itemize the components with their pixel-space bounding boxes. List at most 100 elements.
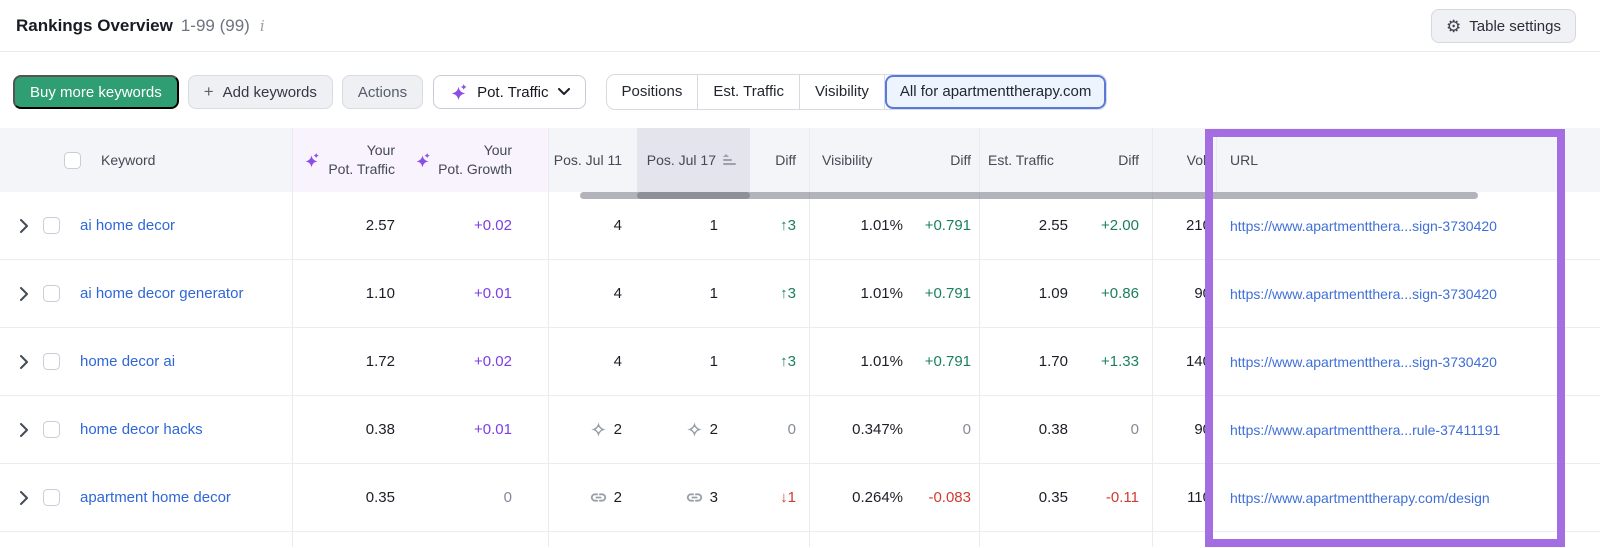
url-link[interactable]: https://www.apartmentthera...sign-373042…	[1230, 286, 1497, 302]
cell-vol: 210	[1185, 217, 1211, 234]
cell-pos-jul11: 2	[549, 396, 637, 463]
cell-visibility: 0.347%	[852, 421, 903, 438]
cell-est-traffic: 0.38	[1038, 421, 1068, 438]
table-settings-button[interactable]: ⚙ Table settings	[1431, 9, 1576, 43]
tab-all-for-domain[interactable]: All for apartmenttherapy.com	[884, 75, 1107, 109]
keyword-link[interactable]: ai home decor generator	[80, 285, 243, 302]
link-icon	[590, 493, 606, 502]
header-est-diff[interactable]: Diff	[1090, 128, 1153, 192]
metric-dropdown-label: Pot. Traffic	[477, 83, 549, 101]
view-tabs: Positions Est. Traffic Visibility All fo…	[605, 74, 1108, 110]
metric-dropdown[interactable]: Pot. Traffic	[433, 75, 586, 109]
cell-pot-traffic: 0.35	[365, 489, 395, 506]
cell-est-traffic: 1.70	[1038, 353, 1068, 370]
row-checkbox[interactable]	[43, 217, 60, 234]
table-row: apartment home decor 0.35 0 2 3 ↓1 0.264…	[0, 464, 1600, 532]
tab-est-traffic[interactable]: Est. Traffic	[698, 75, 800, 109]
keyword-link[interactable]: home decor ai	[80, 353, 175, 370]
header-pot-growth[interactable]: Your Pot. Growth	[412, 128, 549, 192]
pos-value: 2	[613, 421, 622, 438]
cell-pos-jul11: 4	[613, 285, 622, 302]
keyword-link[interactable]: apartment home decor	[80, 489, 231, 506]
cell-pos-jul11: 4	[613, 217, 622, 234]
cell-pot-growth: +0.01	[412, 260, 549, 327]
sparkles-icon	[416, 152, 430, 167]
keyword-link[interactable]: home decor hacks	[80, 421, 203, 438]
cell-vol: 90	[1194, 285, 1211, 302]
cell-pot-growth: +0.02	[412, 328, 549, 395]
header-pot-growth-line2: Pot. Growth	[438, 161, 512, 177]
cell-vis-diff: +0.791	[920, 260, 980, 327]
horizontal-scrollbar[interactable]	[580, 192, 1478, 199]
add-keywords-label: Add keywords	[222, 83, 317, 101]
cell-vis-diff: 0	[920, 396, 980, 463]
pos-value: 3	[709, 489, 718, 506]
info-icon[interactable]: i	[260, 17, 265, 35]
cell-pot-growth: 0	[412, 464, 549, 531]
header-vis-diff[interactable]: Diff	[920, 128, 980, 192]
row-checkbox[interactable]	[43, 353, 60, 370]
tab-visibility[interactable]: Visibility	[800, 75, 885, 109]
header-pot-traffic[interactable]: Your Pot. Traffic	[293, 128, 412, 192]
table-row: home decor ai 1.72 +0.02 4 1 ↑3 1.01% +0…	[0, 328, 1600, 396]
cell-pos-jul17: 1	[709, 353, 718, 370]
cell-pos-jul17: 2	[637, 396, 750, 463]
header-pos-diff[interactable]: Diff	[750, 128, 810, 192]
table-header-row: Keyword Your Pot. Traffic Your Pot. Grow…	[0, 128, 1600, 192]
header-visibility[interactable]: Visibility	[810, 128, 920, 192]
pos-value: 2	[709, 421, 718, 438]
sparkles-icon	[451, 83, 467, 100]
header-pos-jul11[interactable]: Pos. Jul 11	[549, 128, 637, 192]
cell-pos-jul11: 2	[549, 464, 637, 531]
actions-button[interactable]: Actions	[341, 75, 424, 109]
cell-vol: 110	[1187, 489, 1211, 506]
cell-pos-jul11: 4	[613, 353, 622, 370]
url-link[interactable]: https://www.apartmentthera...sign-373042…	[1230, 218, 1497, 234]
row-checkbox[interactable]	[43, 285, 60, 302]
header-url[interactable]: URL	[1217, 128, 1600, 192]
header-vol[interactable]: Vol.	[1153, 128, 1217, 192]
cell-pot-growth: +0.01	[412, 396, 549, 463]
cell-pos-jul17: 3	[637, 464, 750, 531]
expand-row-icon[interactable]	[20, 218, 29, 233]
url-link[interactable]: https://www.apartmenttherapy.com/design	[1230, 490, 1490, 506]
gear-icon: ⚙	[1446, 16, 1462, 36]
add-keywords-button[interactable]: + Add keywords	[187, 75, 333, 109]
cell-est-diff: +1.33	[1090, 328, 1153, 395]
url-link[interactable]: https://www.apartmentthera...sign-373042…	[1230, 354, 1497, 370]
table-row: ai home decor 2.57 +0.02 4 1 ↑3 1.01% +0…	[0, 192, 1600, 260]
pos-value: 2	[613, 489, 622, 506]
cell-visibility: 1.01%	[860, 217, 903, 234]
select-all-checkbox[interactable]	[64, 151, 81, 169]
header-keyword: Keyword	[0, 128, 293, 192]
expand-row-icon[interactable]	[20, 286, 29, 301]
chevron-down-icon	[557, 88, 570, 95]
cell-pot-growth: +0.02	[412, 192, 549, 259]
url-link[interactable]: https://www.apartmentthera...rule-374111…	[1230, 422, 1500, 438]
cell-pot-traffic: 1.72	[365, 353, 395, 370]
row-checkbox[interactable]	[43, 489, 60, 506]
table-settings-label: Table settings	[1469, 17, 1561, 35]
cell-est-traffic: 1.09	[1038, 285, 1068, 302]
cell-pos-diff: ↑3	[750, 328, 810, 395]
tab-positions[interactable]: Positions	[607, 75, 699, 109]
keyword-link[interactable]: ai home decor	[80, 217, 175, 234]
cell-visibility: 1.01%	[860, 285, 903, 302]
buy-more-keywords-button[interactable]: Buy more keywords	[13, 75, 179, 109]
header-pos-jul17-label: Pos. Jul 17	[646, 152, 716, 168]
expand-row-icon[interactable]	[20, 422, 29, 437]
expand-row-icon[interactable]	[20, 490, 29, 505]
header-pos-jul17[interactable]: Pos. Jul 17	[637, 128, 750, 192]
rankings-table: Keyword Your Pot. Traffic Your Pot. Grow…	[0, 128, 1600, 547]
scrollbar-thumb[interactable]	[637, 192, 750, 199]
page-header: Rankings Overview 1-99 (99) i ⚙ Table se…	[0, 0, 1600, 52]
cell-est-traffic: 0.35	[1038, 489, 1068, 506]
toolbar: Buy more keywords + Add keywords Actions…	[13, 74, 1600, 110]
row-checkbox[interactable]	[43, 421, 60, 438]
table-row: ai home decor generator 1.10 +0.01 4 1 ↑…	[0, 260, 1600, 328]
cell-visibility: 0.264%	[852, 489, 903, 506]
cell-pos-jul17: 1	[709, 217, 718, 234]
sort-icon	[723, 154, 736, 165]
header-est-traffic[interactable]: Est. Traffic	[980, 128, 1090, 192]
expand-row-icon[interactable]	[20, 354, 29, 369]
